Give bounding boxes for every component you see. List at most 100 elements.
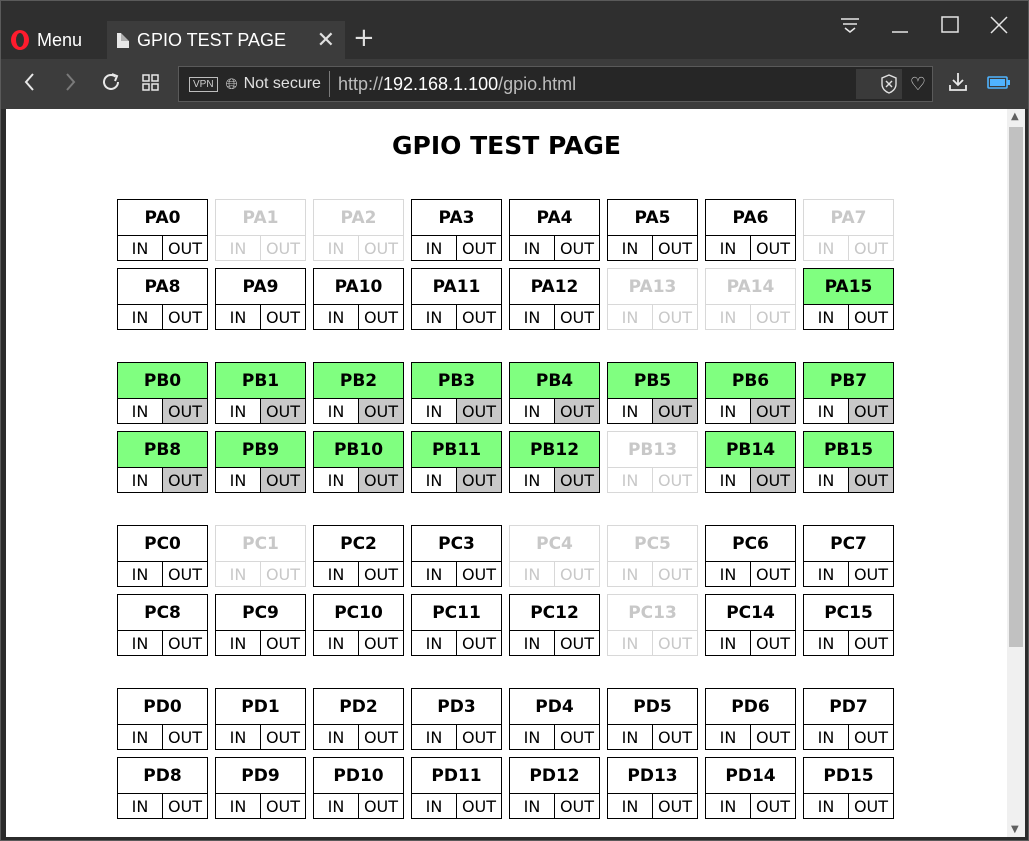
globe-icon[interactable]: 🌐︎: [226, 76, 238, 93]
maximize-icon[interactable]: [940, 15, 960, 40]
pin-out-button[interactable]: OUT: [751, 794, 795, 818]
pin-in-button[interactable]: IN: [118, 305, 163, 329]
pin-in-button[interactable]: IN: [118, 794, 163, 818]
pin-out-button[interactable]: OUT: [849, 399, 893, 423]
pin-out-button[interactable]: OUT: [751, 399, 795, 423]
pin-out-button[interactable]: OUT: [163, 305, 207, 329]
pin-out-button[interactable]: OUT: [457, 468, 501, 492]
pin-in-button[interactable]: IN: [804, 562, 849, 586]
battery-saver-button[interactable]: [986, 69, 1012, 101]
pin-in-button[interactable]: IN: [216, 794, 261, 818]
pin-in-button[interactable]: IN: [412, 399, 457, 423]
pin-out-button[interactable]: OUT: [359, 725, 403, 749]
pin-in-button[interactable]: IN: [314, 468, 359, 492]
pin-out-button[interactable]: OUT: [653, 794, 697, 818]
pin-out-button[interactable]: OUT: [359, 468, 403, 492]
pin-in-button[interactable]: IN: [510, 399, 555, 423]
pin-out-button[interactable]: OUT: [457, 725, 501, 749]
pin-out-button[interactable]: OUT: [555, 631, 599, 655]
pin-out-button[interactable]: OUT: [359, 794, 403, 818]
pin-out-button[interactable]: OUT: [359, 631, 403, 655]
back-button[interactable]: [21, 69, 39, 101]
tab-gpio-test-page[interactable]: GPIO TEST PAGE ✕: [107, 21, 345, 59]
pin-out-button[interactable]: OUT: [359, 399, 403, 423]
pin-in-button[interactable]: IN: [510, 305, 555, 329]
security-status[interactable]: Not secure: [244, 75, 321, 93]
pin-out-button[interactable]: OUT: [261, 305, 305, 329]
pin-in-button[interactable]: IN: [314, 631, 359, 655]
pin-in-button[interactable]: IN: [118, 562, 163, 586]
pin-out-button[interactable]: OUT: [261, 468, 305, 492]
pin-in-button[interactable]: IN: [804, 468, 849, 492]
pin-out-button[interactable]: OUT: [163, 562, 207, 586]
vpn-badge[interactable]: VPN: [189, 76, 218, 92]
pin-in-button[interactable]: IN: [216, 468, 261, 492]
pin-out-button[interactable]: OUT: [555, 236, 599, 260]
forward-button[interactable]: [61, 69, 79, 101]
pin-in-button[interactable]: IN: [706, 399, 751, 423]
pin-out-button[interactable]: OUT: [163, 399, 207, 423]
pin-in-button[interactable]: IN: [804, 725, 849, 749]
pin-in-button[interactable]: IN: [510, 468, 555, 492]
pin-out-button[interactable]: OUT: [163, 236, 207, 260]
pin-out-button[interactable]: OUT: [457, 236, 501, 260]
new-tab-button[interactable]: +: [353, 23, 375, 53]
url-text[interactable]: http://192.168.1.100/gpio.html: [338, 74, 576, 95]
pin-in-button[interactable]: IN: [216, 631, 261, 655]
pin-out-button[interactable]: OUT: [751, 725, 795, 749]
pin-out-button[interactable]: OUT: [555, 305, 599, 329]
pin-out-button[interactable]: OUT: [555, 725, 599, 749]
pin-out-button[interactable]: OUT: [457, 305, 501, 329]
pin-out-button[interactable]: OUT: [261, 725, 305, 749]
pin-out-button[interactable]: OUT: [555, 468, 599, 492]
pin-out-button[interactable]: OUT: [849, 631, 893, 655]
pin-in-button[interactable]: IN: [412, 305, 457, 329]
pin-in-button[interactable]: IN: [412, 631, 457, 655]
pin-out-button[interactable]: OUT: [751, 236, 795, 260]
heart-icon[interactable]: ♡: [910, 74, 926, 95]
pin-in-button[interactable]: IN: [412, 236, 457, 260]
minimize-icon[interactable]: [890, 15, 910, 40]
pin-out-button[interactable]: OUT: [751, 468, 795, 492]
pin-in-button[interactable]: IN: [608, 725, 653, 749]
pin-out-button[interactable]: OUT: [653, 236, 697, 260]
pin-out-button[interactable]: OUT: [163, 631, 207, 655]
pin-out-button[interactable]: OUT: [849, 794, 893, 818]
adblock-button[interactable]: [855, 69, 902, 99]
pin-in-button[interactable]: IN: [412, 725, 457, 749]
pin-in-button[interactable]: IN: [804, 305, 849, 329]
pin-in-button[interactable]: IN: [706, 468, 751, 492]
pin-in-button[interactable]: IN: [804, 631, 849, 655]
pin-out-button[interactable]: OUT: [849, 468, 893, 492]
pin-in-button[interactable]: IN: [706, 794, 751, 818]
pin-out-button[interactable]: OUT: [849, 305, 893, 329]
pin-in-button[interactable]: IN: [118, 468, 163, 492]
pin-in-button[interactable]: IN: [608, 399, 653, 423]
pin-out-button[interactable]: OUT: [555, 399, 599, 423]
vertical-scrollbar[interactable]: ▲ ▼: [1007, 109, 1025, 837]
pin-in-button[interactable]: IN: [314, 305, 359, 329]
pin-out-button[interactable]: OUT: [359, 562, 403, 586]
close-tab-icon[interactable]: ✕: [317, 27, 335, 53]
pin-out-button[interactable]: OUT: [457, 562, 501, 586]
pin-in-button[interactable]: IN: [706, 562, 751, 586]
pin-in-button[interactable]: IN: [216, 399, 261, 423]
pin-in-button[interactable]: IN: [804, 399, 849, 423]
pin-out-button[interactable]: OUT: [261, 794, 305, 818]
pin-out-button[interactable]: OUT: [849, 725, 893, 749]
pin-in-button[interactable]: IN: [314, 399, 359, 423]
speed-dial-button[interactable]: [141, 69, 161, 101]
pin-out-button[interactable]: OUT: [653, 399, 697, 423]
tab-menu-icon[interactable]: [839, 15, 861, 40]
pin-in-button[interactable]: IN: [804, 794, 849, 818]
pin-in-button[interactable]: IN: [216, 725, 261, 749]
pin-in-button[interactable]: IN: [706, 236, 751, 260]
pin-in-button[interactable]: IN: [412, 468, 457, 492]
pin-in-button[interactable]: IN: [510, 794, 555, 818]
pin-in-button[interactable]: IN: [706, 631, 751, 655]
pin-in-button[interactable]: IN: [118, 725, 163, 749]
reload-button[interactable]: [100, 69, 122, 101]
pin-out-button[interactable]: OUT: [849, 562, 893, 586]
pin-in-button[interactable]: IN: [510, 236, 555, 260]
pin-in-button[interactable]: IN: [314, 562, 359, 586]
